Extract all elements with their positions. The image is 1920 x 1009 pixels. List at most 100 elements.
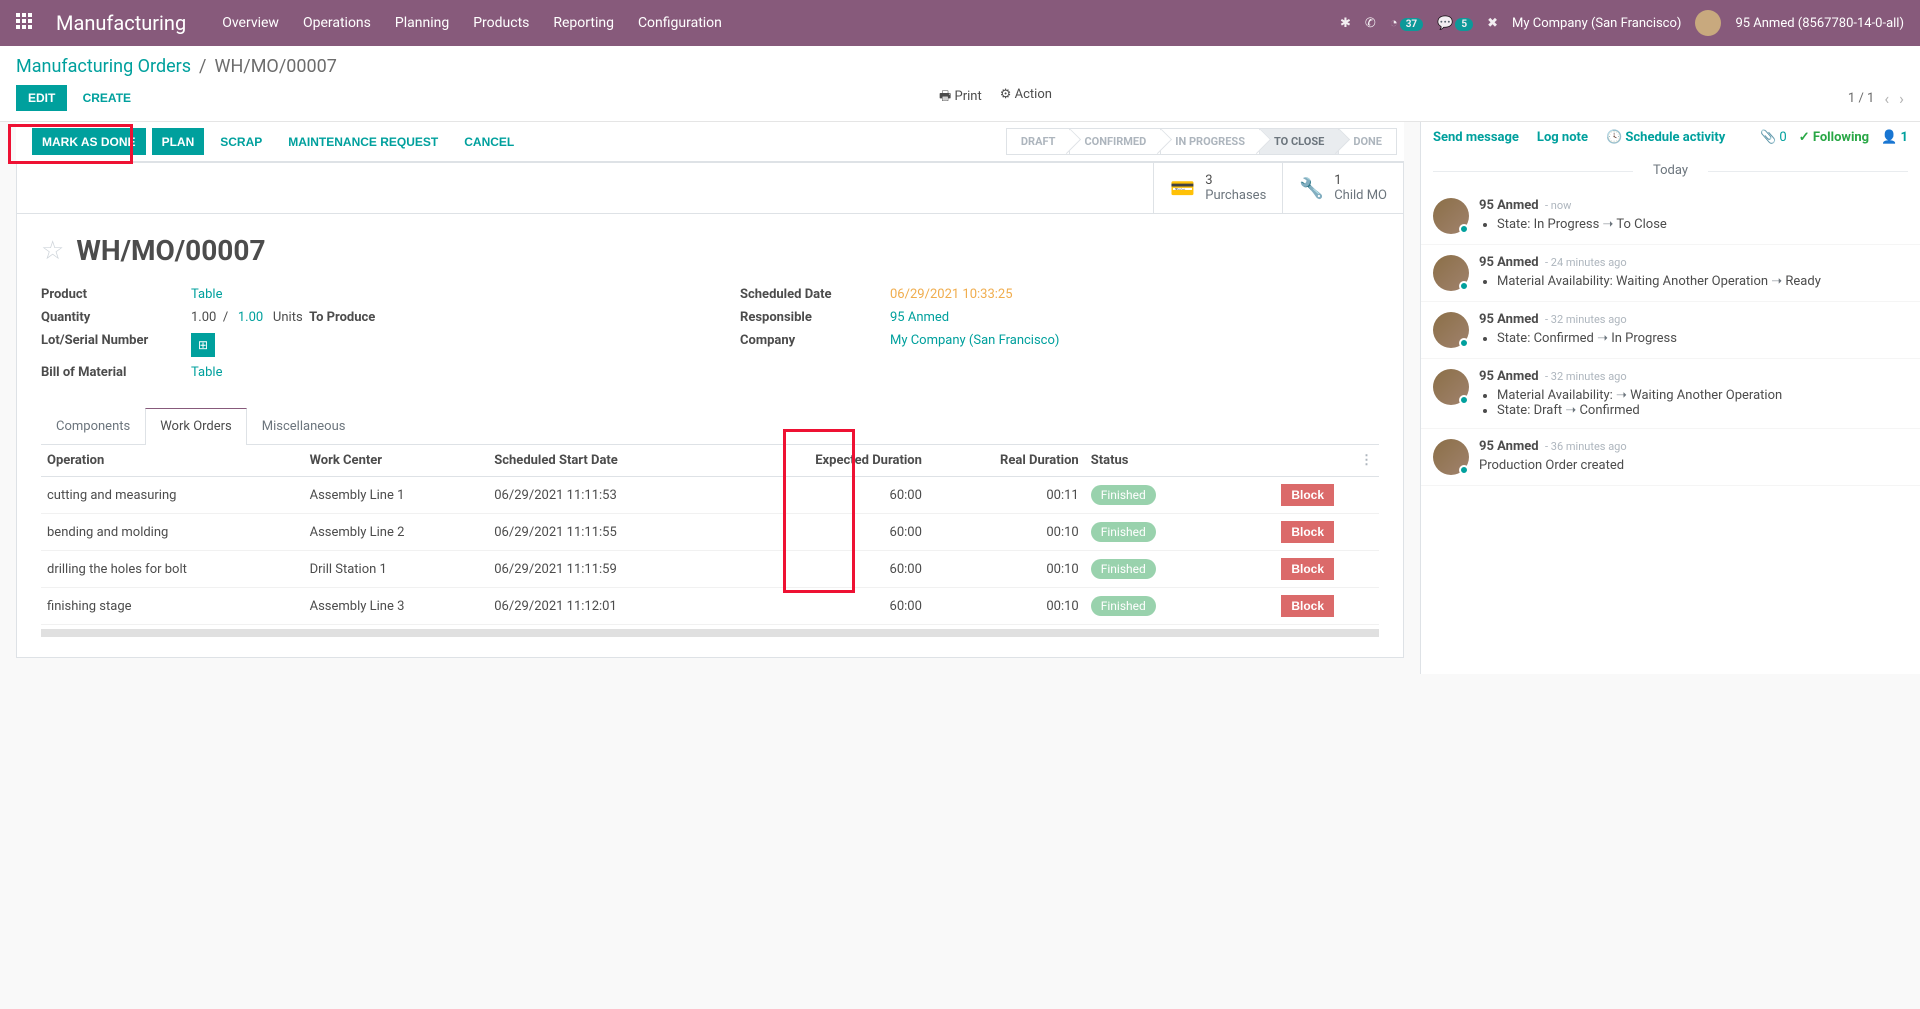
block-button[interactable]: Block	[1281, 521, 1334, 543]
block-button[interactable]: Block	[1281, 558, 1334, 580]
comp-label: Company	[740, 333, 890, 348]
chatter-top: Send message Log note 🕓 Schedule activit…	[1421, 122, 1920, 153]
app-title[interactable]: Manufacturing	[56, 11, 186, 35]
block-button[interactable]: Block	[1281, 595, 1334, 617]
message-author[interactable]: 95 Anmed	[1479, 255, 1539, 270]
col-real[interactable]: Real Duration	[928, 445, 1085, 477]
tab-misc[interactable]: Miscellaneous	[247, 408, 361, 444]
presence-icon	[1459, 465, 1469, 475]
horizontal-scrollbar[interactable]	[41, 629, 1379, 637]
menu-products[interactable]: Products	[473, 15, 529, 31]
edit-button[interactable]: EDIT	[16, 85, 67, 111]
message-author[interactable]: 95 Anmed	[1479, 369, 1539, 384]
pager-next[interactable]: ›	[1899, 89, 1904, 108]
col-exp[interactable]: Expected Duration	[723, 445, 928, 477]
cancel-button[interactable]: CANCEL	[454, 128, 524, 155]
lot-add-button[interactable]: ⊞	[191, 333, 215, 357]
qty-produced[interactable]: 1.00	[238, 310, 263, 325]
quantity-label: Quantity	[41, 310, 191, 325]
card-icon: 💳	[1170, 176, 1195, 200]
col-start[interactable]: Scheduled Start Date	[488, 445, 722, 477]
bom-value[interactable]: Table	[191, 365, 222, 380]
nav-right: ✱ ✆ ◔37 💬5 ✖ My Company (San Francisco) …	[1340, 10, 1904, 36]
status-in-progress[interactable]: IN PROGRESS	[1160, 128, 1260, 155]
create-button[interactable]: CREATE	[71, 85, 143, 111]
timer-icon[interactable]: ◔37	[1390, 15, 1423, 31]
form-area: MARK AS DONE PLAN SCRAP MAINTENANCE REQU…	[0, 122, 1420, 674]
pager-prev[interactable]: ‹	[1884, 89, 1889, 108]
user-menu[interactable]: 95 Anmed (8567780-14-0-all)	[1735, 16, 1904, 31]
menu-operations[interactable]: Operations	[303, 15, 371, 31]
resp-value[interactable]: 95 Anmed	[890, 310, 949, 325]
message-time: - now	[1545, 199, 1571, 212]
status-badge: Finished	[1091, 596, 1156, 616]
lot-label: Lot/Serial Number	[41, 333, 191, 357]
col-work-center[interactable]: Work Center	[304, 445, 489, 477]
work-orders-grid: Operation Work Center Scheduled Start Da…	[41, 445, 1379, 625]
breadcrumb-current: WH/MO/00007	[214, 56, 336, 77]
table-row[interactable]: finishing stage Assembly Line 3 06/29/20…	[41, 588, 1379, 625]
chatter-message: 95 Anmed - 32 minutes ago Material Avail…	[1421, 359, 1920, 429]
header-bar: Manufacturing Orders / WH/MO/00007 EDIT …	[0, 46, 1920, 122]
breadcrumb: Manufacturing Orders / WH/MO/00007	[16, 56, 1904, 77]
apps-icon[interactable]	[16, 13, 36, 33]
bom-label: Bill of Material	[41, 365, 191, 380]
stat-purchases[interactable]: 💳 3Purchases	[1153, 163, 1282, 213]
status-to-close[interactable]: TO CLOSE	[1259, 128, 1339, 155]
chatter-message: 95 Anmed - 36 minutes ago Production Ord…	[1421, 429, 1920, 486]
wrench-icon: 🔧	[1299, 176, 1324, 200]
message-author[interactable]: 95 Anmed	[1479, 198, 1539, 213]
table-row[interactable]: cutting and measuring Assembly Line 1 06…	[41, 477, 1379, 514]
status-confirmed[interactable]: CONFIRMED	[1069, 128, 1161, 155]
breadcrumb-root[interactable]: Manufacturing Orders	[16, 56, 191, 77]
scrap-button[interactable]: SCRAP	[210, 128, 272, 155]
avatar[interactable]	[1695, 10, 1721, 36]
company-switcher[interactable]: My Company (San Francisco)	[1512, 16, 1681, 31]
print-button[interactable]: 🖶 Print	[939, 87, 982, 109]
tabs: Components Work Orders Miscellaneous	[41, 408, 1379, 445]
menu-overview[interactable]: Overview	[222, 15, 279, 31]
attachments[interactable]: 📎 0	[1760, 130, 1787, 145]
sched-value: 06/29/2021 10:33:25	[890, 287, 1013, 302]
chatter-message: 95 Anmed - 24 minutes ago Material Avail…	[1421, 245, 1920, 302]
phone-icon[interactable]: ✆	[1365, 16, 1376, 31]
status-bar: DRAFT CONFIRMED IN PROGRESS TO CLOSE DON…	[1006, 128, 1396, 155]
top-nav: Manufacturing Overview Operations Planni…	[0, 0, 1920, 46]
menu-planning[interactable]: Planning	[395, 15, 449, 31]
table-row[interactable]: bending and molding Assembly Line 2 06/2…	[41, 514, 1379, 551]
bug-icon[interactable]: ✱	[1340, 16, 1351, 31]
log-note[interactable]: Log note	[1537, 130, 1588, 145]
followers-count[interactable]: 👤 1	[1881, 130, 1908, 145]
comp-value[interactable]: My Company (San Francisco)	[890, 333, 1059, 348]
tab-work-orders[interactable]: Work Orders	[145, 408, 247, 445]
status-draft[interactable]: DRAFT	[1006, 128, 1071, 155]
favorite-star-icon[interactable]: ☆	[41, 236, 64, 266]
grid-options-icon[interactable]: ⋮	[1360, 453, 1373, 468]
product-value[interactable]: Table	[191, 287, 222, 302]
plan-button[interactable]: PLAN	[152, 128, 205, 155]
status-badge: Finished	[1091, 485, 1156, 505]
message-time: - 32 minutes ago	[1545, 313, 1627, 326]
col-status[interactable]: Status	[1085, 445, 1218, 477]
timer-badge: 37	[1400, 18, 1423, 31]
menu-reporting[interactable]: Reporting	[553, 15, 614, 31]
send-message[interactable]: Send message	[1433, 130, 1519, 145]
maintenance-button[interactable]: MAINTENANCE REQUEST	[278, 128, 448, 155]
menu-configuration[interactable]: Configuration	[638, 15, 722, 31]
schedule-activity[interactable]: 🕓 Schedule activity	[1606, 130, 1725, 145]
pager-text: 1 / 1	[1848, 91, 1874, 106]
message-author[interactable]: 95 Anmed	[1479, 439, 1539, 454]
action-button[interactable]: ⚙ Action	[1000, 87, 1052, 109]
tools-icon[interactable]: ✖	[1487, 16, 1498, 31]
mark-done-button[interactable]: MARK AS DONE	[32, 128, 146, 155]
stat-child-mo[interactable]: 🔧 1Child MO	[1282, 163, 1403, 213]
messages-icon[interactable]: 💬5	[1437, 16, 1473, 31]
tab-components[interactable]: Components	[41, 408, 145, 444]
presence-icon	[1459, 395, 1469, 405]
message-time: - 24 minutes ago	[1545, 256, 1627, 269]
table-row[interactable]: drilling the holes for bolt Drill Statio…	[41, 551, 1379, 588]
block-button[interactable]: Block	[1281, 484, 1334, 506]
message-author[interactable]: 95 Anmed	[1479, 312, 1539, 327]
following-button[interactable]: ✓ Following	[1799, 130, 1869, 145]
col-operation[interactable]: Operation	[41, 445, 304, 477]
